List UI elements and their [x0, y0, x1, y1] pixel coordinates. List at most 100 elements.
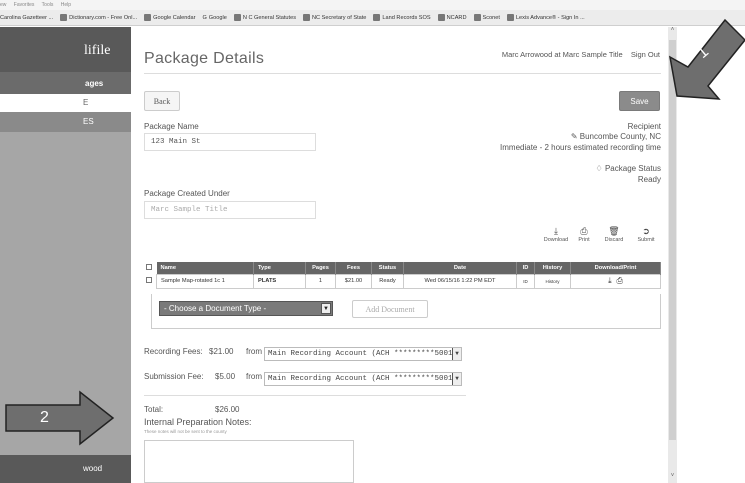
- favorite-link[interactable]: Dictionary.com - Free Onl...: [60, 14, 137, 21]
- sidebar-item-2[interactable]: E: [0, 94, 131, 112]
- menu-help[interactable]: Help: [61, 2, 71, 8]
- trash-icon: 🗑: [608, 226, 620, 236]
- favorite-link[interactable]: Google Calendar: [144, 14, 195, 21]
- favorite-label: Sconet: [482, 14, 500, 21]
- main-content: Package Details Marc Arrowood at Marc Sa…: [131, 27, 668, 483]
- row-select-cell[interactable]: [142, 274, 157, 288]
- back-button[interactable]: Back: [144, 91, 180, 111]
- document-type-selected: - Choose a Document Type -: [164, 304, 267, 313]
- page-scrollbar[interactable]: ˄ ˅: [668, 27, 677, 483]
- download-action[interactable]: ⤓ Download: [542, 225, 570, 243]
- col-name[interactable]: Name: [156, 262, 254, 274]
- select-all-checkbox[interactable]: [146, 264, 153, 270]
- col-type[interactable]: Type: [253, 262, 306, 274]
- menu-view[interactable]: ew: [0, 2, 6, 8]
- col-date[interactable]: Date: [403, 262, 517, 274]
- favicon-icon: [437, 14, 445, 21]
- select-all-cell[interactable]: [142, 262, 157, 274]
- submit-action[interactable]: ➲ Submit: [632, 225, 660, 243]
- favorite-link[interactable]: Land Records SOS: [373, 14, 431, 21]
- chevron-up-icon[interactable]: ˄: [668, 27, 677, 37]
- favorite-link[interactable]: NC Secretary of State: [303, 14, 366, 21]
- favorite-link[interactable]: Sconet: [473, 14, 500, 21]
- package-created-under-field[interactable]: Marc Sample Title: [144, 201, 316, 219]
- save-button[interactable]: Save: [619, 91, 660, 111]
- submission-account-select[interactable]: Main Recording Account (ACH *********500…: [264, 372, 462, 386]
- document-type-select[interactable]: - Choose a Document Type - ▼: [159, 301, 333, 316]
- recording-time-text: Immediate - 2 hours estimated recording …: [500, 143, 661, 152]
- favicon-icon: [473, 14, 481, 21]
- chevron-down-icon[interactable]: ˅: [668, 473, 677, 483]
- recording-fees-amount: $21.00: [209, 347, 234, 356]
- add-document-button[interactable]: Add Document: [352, 300, 428, 318]
- sidebar-item-packages[interactable]: ages: [0, 72, 131, 94]
- chevron-down-icon[interactable]: ▼: [321, 303, 331, 314]
- recording-account-value: Main Recording Account (ACH *********500…: [268, 350, 458, 358]
- recording-account-select[interactable]: Main Recording Account (ACH *********500…: [264, 347, 462, 361]
- download-icon: ⤓: [554, 226, 558, 236]
- submit-label: Submit: [637, 237, 655, 243]
- discard-action[interactable]: 🗑 Discard: [600, 225, 628, 243]
- menu-favorites[interactable]: Favorites: [14, 2, 35, 8]
- cell-date: Wed 06/15/16 1:22 PM EDT: [403, 273, 517, 289]
- col-history[interactable]: History: [534, 262, 571, 274]
- cell-name[interactable]: Sample Map-rotated 1c 1: [156, 273, 254, 289]
- package-name-field[interactable]: 123 Main St: [144, 133, 316, 151]
- favorite-link[interactable]: Lexis Advance® - Sign In ...: [506, 14, 585, 21]
- printer-icon[interactable]: ⎙: [616, 276, 622, 285]
- favorite-label: Lexis Advance® - Sign In ...: [515, 14, 585, 21]
- package-name-label: Package Name: [144, 122, 199, 131]
- favorite-link[interactable]: G Google: [202, 15, 226, 21]
- add-document-row: - Choose a Document Type - ▼ Add Documen…: [151, 294, 661, 329]
- google-icon: G: [202, 14, 207, 21]
- print-label: Print: [578, 237, 590, 243]
- total-label: Total:: [144, 405, 164, 414]
- cell-fees: $21.00: [335, 273, 372, 289]
- notes-label: Internal Preparation Notes:: [144, 417, 252, 427]
- favorites-bar: Carolina Gazetteer ... Dictionary.com - …: [0, 10, 745, 26]
- cell-history[interactable]: History: [534, 273, 571, 289]
- col-pages[interactable]: Pages: [305, 262, 336, 274]
- bell-icon: ♢: [595, 164, 605, 173]
- col-id[interactable]: ID: [516, 262, 535, 274]
- favorite-link[interactable]: NCARD: [437, 14, 467, 21]
- favorite-label: N C General Statutes: [242, 14, 297, 21]
- download-icon[interactable]: ⤓: [608, 276, 612, 285]
- favicon-icon: [373, 14, 381, 21]
- screenshot-root: ew Favorites Tools Help Carolina Gazette…: [0, 0, 745, 483]
- app-logo[interactable]: lifile: [0, 27, 131, 72]
- table-header-row: Name Type Pages Fees Status Date ID Hist…: [142, 262, 661, 274]
- notes-textarea[interactable]: [144, 440, 354, 483]
- sidebar-item-3[interactable]: ES: [0, 112, 131, 132]
- favorite-label: Dictionary.com - Free Onl...: [69, 14, 138, 21]
- right-gutter: [677, 27, 745, 483]
- callout-label-2: 2: [40, 409, 49, 426]
- submission-fee-from: from: [246, 372, 262, 381]
- favorite-label: Carolina Gazetteer ...: [0, 14, 54, 21]
- print-action[interactable]: ⎙ Print: [570, 225, 598, 243]
- favicon-icon: [303, 14, 311, 21]
- package-status-value: Ready: [637, 175, 661, 184]
- chevron-down-icon[interactable]: ▼: [452, 348, 461, 360]
- row-checkbox[interactable]: [146, 277, 152, 283]
- favorite-label: Google Calendar: [153, 14, 196, 21]
- recording-fees-label: Recording Fees:: [144, 347, 203, 356]
- col-status[interactable]: Status: [371, 262, 404, 274]
- favorite-link[interactable]: N C General Statutes: [233, 14, 297, 21]
- chevron-down-icon[interactable]: ▼: [452, 373, 461, 385]
- notes-hint: These notes will not be sent to the coun…: [144, 429, 227, 434]
- submission-fee-label: Submission Fee:: [144, 372, 204, 381]
- page-title: Package Details: [144, 50, 265, 67]
- cell-id[interactable]: ID: [516, 273, 535, 289]
- col-fees[interactable]: Fees: [335, 262, 372, 274]
- status-label-text: Package Status: [604, 164, 661, 173]
- recipient-value[interactable]: ✎ Buncombe County, NC: [571, 132, 661, 141]
- favorite-label: NCARD: [446, 14, 467, 21]
- sidebar-user[interactable]: wood: [0, 455, 131, 483]
- sign-out-link[interactable]: Sign Out: [631, 50, 660, 59]
- col-download-print: Download/Print: [570, 262, 661, 274]
- menu-tools[interactable]: Tools: [42, 2, 54, 8]
- favorite-link[interactable]: Carolina Gazetteer ...: [0, 15, 53, 21]
- scroll-thumb[interactable]: [669, 40, 676, 440]
- table-row[interactable]: Sample Map-rotated 1c 1 PLATS 1 $21.00 R…: [142, 273, 661, 289]
